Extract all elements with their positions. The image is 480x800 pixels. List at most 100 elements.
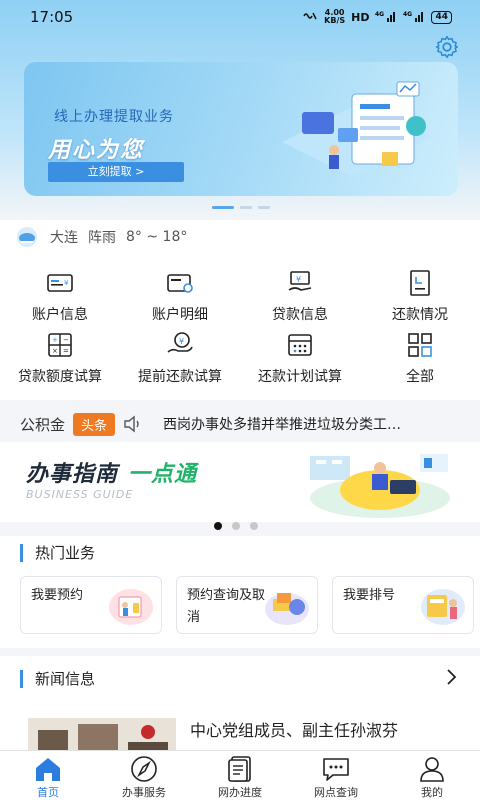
banner-pagination bbox=[212, 206, 270, 209]
tab-home[interactable]: 首页 bbox=[0, 751, 96, 800]
banner-illustration bbox=[282, 81, 432, 177]
queue-illustration bbox=[421, 589, 465, 625]
tab-branch-query[interactable]: 网点查询 bbox=[288, 751, 384, 800]
headline-badge: 头条 bbox=[73, 412, 116, 436]
settings-gear-icon[interactable] bbox=[434, 34, 460, 60]
ticker-label: 公积金 bbox=[20, 415, 66, 434]
signal-icon: 4G bbox=[375, 10, 397, 25]
chevron-right-icon[interactable] bbox=[444, 668, 458, 686]
hot-card-appointment-query[interactable]: 预约查询及取消 bbox=[176, 576, 318, 634]
service-label: 账户明细 bbox=[152, 307, 208, 323]
tab-label: 首页 bbox=[37, 786, 59, 799]
svg-text:¥: ¥ bbox=[296, 275, 301, 284]
tab-mine[interactable]: 我的 bbox=[384, 751, 480, 800]
guide-illustration bbox=[310, 454, 450, 518]
hd-indicator: HD bbox=[351, 10, 370, 24]
tab-services[interactable]: 办事服务 bbox=[96, 751, 192, 800]
service-plan-calc[interactable]: 还款计划试算 bbox=[240, 330, 360, 386]
net2-label: 4G bbox=[403, 11, 412, 18]
guide-dot bbox=[250, 522, 258, 530]
service-repayment[interactable]: 还款情况 bbox=[360, 268, 480, 324]
appointment-illustration bbox=[109, 589, 153, 625]
banner-withdraw-button[interactable]: 立刻提取 > bbox=[48, 162, 184, 182]
promo-banner[interactable]: 线上办理提取业务 用心为您 立刻提取 > bbox=[24, 62, 458, 196]
nfc-icon bbox=[302, 10, 318, 25]
guide-title-main: 办事指南 bbox=[26, 462, 119, 487]
service-account-info[interactable]: ¥ 账户信息 bbox=[0, 268, 120, 324]
service-label: 提前还款试算 bbox=[138, 369, 222, 385]
svg-text:¥: ¥ bbox=[64, 279, 69, 287]
guide-dot bbox=[214, 522, 222, 530]
hand-coin-icon: ¥ bbox=[167, 332, 193, 353]
svg-text:=: = bbox=[63, 347, 69, 355]
service-label: 还款情况 bbox=[392, 307, 448, 323]
query-illustration bbox=[265, 593, 309, 625]
hot-card-label: 我要排号 bbox=[343, 588, 396, 603]
service-loan-info[interactable]: ¥ 贷款信息 bbox=[240, 268, 360, 324]
status-indicators: 4.00 KB/S HD 4G 4G 44 bbox=[302, 9, 452, 25]
tab-progress[interactable]: 网办进度 bbox=[192, 751, 288, 800]
weather-city: 大连 bbox=[50, 230, 78, 246]
banner-title: 用心为您 bbox=[48, 138, 145, 163]
compass-icon bbox=[131, 756, 157, 782]
hot-card-queue-number[interactable]: 我要排号 bbox=[332, 576, 474, 634]
weather-cloud-icon bbox=[17, 227, 37, 247]
business-guide-banner[interactable]: 办事指南 一点通 BUSINESS GUIDE bbox=[0, 442, 480, 522]
service-prepayment-calc[interactable]: ¥ 提前还款试算 bbox=[120, 330, 240, 386]
hot-card-appointment[interactable]: 我要预约 bbox=[20, 576, 162, 634]
status-time: 17:05 bbox=[30, 8, 74, 26]
guide-dot bbox=[232, 522, 240, 530]
tab-label: 网办进度 bbox=[218, 786, 262, 799]
speed-unit: KB/S bbox=[324, 16, 346, 25]
service-loan-quota-calc[interactable]: + − × = 贷款额度试算 bbox=[0, 330, 120, 386]
home-icon bbox=[36, 758, 60, 781]
service-all[interactable]: 全部 bbox=[360, 330, 480, 386]
speaker-icon bbox=[124, 415, 139, 433]
news-headline[interactable]: 中心党组成员、副主任孙淑芬 bbox=[190, 718, 450, 744]
guide-subtitle: BUSINESS GUIDE bbox=[26, 488, 134, 501]
news-title: 新闻信息 bbox=[20, 670, 95, 688]
hot-services-title: 热门业务 bbox=[20, 544, 95, 562]
weather-row: 大连 阵雨 8° ~ 18° bbox=[14, 226, 187, 248]
banner-dot bbox=[212, 206, 234, 209]
status-bar: 17:05 4.00 KB/S HD 4G 4G 44 bbox=[0, 0, 480, 34]
tab-label: 我的 bbox=[421, 786, 443, 799]
net1-label: 4G bbox=[375, 11, 384, 18]
chat-bubble-icon bbox=[323, 758, 349, 781]
all-apps-icon bbox=[408, 333, 432, 357]
tab-label: 办事服务 bbox=[122, 786, 166, 799]
service-account-detail[interactable]: 账户明细 bbox=[120, 268, 240, 324]
weather-temp: 8° ~ 18° bbox=[126, 229, 188, 245]
weather-condition: 阵雨 bbox=[88, 230, 116, 246]
guide-title-accent: 一点通 bbox=[128, 462, 198, 487]
svg-text:−: − bbox=[63, 336, 69, 344]
hot-card-label: 预约查询及取消 bbox=[187, 588, 266, 625]
banner-dot bbox=[258, 206, 270, 209]
loan-info-icon: ¥ bbox=[288, 271, 312, 291]
battery-icon: 44 bbox=[431, 10, 452, 24]
guide-title: 办事指南 一点通 bbox=[26, 456, 197, 488]
svg-text:+: + bbox=[52, 336, 58, 344]
tab-label: 网点查询 bbox=[314, 786, 358, 799]
svg-text:×: × bbox=[52, 347, 58, 355]
hot-card-label: 我要预约 bbox=[31, 588, 84, 603]
guide-pagination bbox=[214, 522, 258, 530]
account-card-icon: ¥ bbox=[47, 274, 73, 292]
news-ticker[interactable]: 公积金 头条 西岗办事处多措并举推进垃圾分类工… bbox=[0, 406, 480, 442]
service-label: 全部 bbox=[406, 369, 434, 385]
banner-subtitle: 线上办理提取业务 bbox=[54, 109, 174, 125]
svg-text:¥: ¥ bbox=[179, 337, 184, 346]
calculator-icon: + −× = bbox=[48, 333, 72, 357]
service-label: 贷款额度试算 bbox=[18, 369, 102, 385]
service-label: 还款计划试算 bbox=[258, 369, 342, 385]
bottom-tab-bar: 首页 办事服务 网办进度 网点查询 我的 bbox=[0, 750, 480, 800]
ticker-headline[interactable]: 西岗办事处多措并举推进垃圾分类工… bbox=[163, 414, 437, 434]
account-detail-icon bbox=[167, 274, 193, 293]
service-label: 账户信息 bbox=[32, 307, 88, 323]
user-icon bbox=[420, 757, 444, 782]
calendar-grid-icon bbox=[288, 334, 312, 356]
network-speed: 4.00 KB/S bbox=[324, 9, 345, 25]
repayment-doc-icon bbox=[410, 270, 430, 296]
signal-icon-2: 4G bbox=[403, 10, 425, 25]
service-label: 贷款信息 bbox=[272, 307, 328, 323]
